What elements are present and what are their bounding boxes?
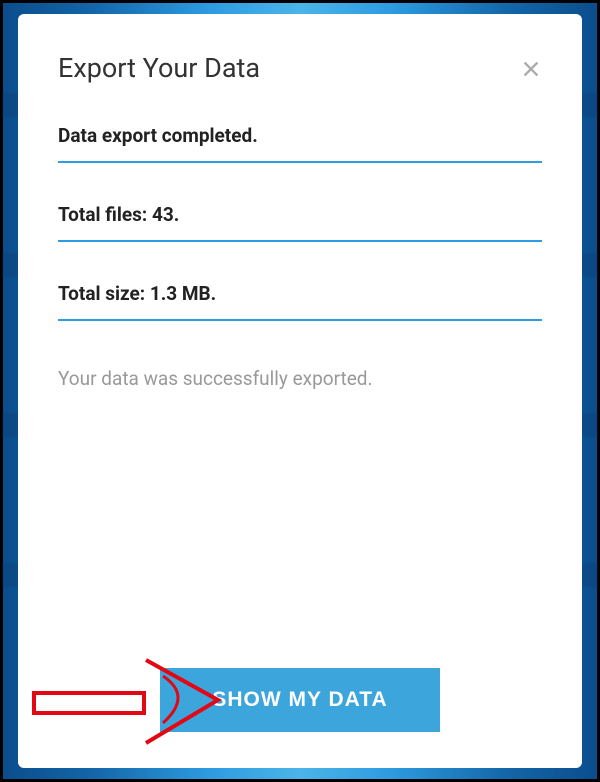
action-row: SHOW MY DATA xyxy=(58,668,542,732)
total-size-row: Total size: 1.3 MB. xyxy=(58,282,542,321)
status-row: Data export completed. xyxy=(58,124,542,163)
dialog-header: Export Your Data xyxy=(58,52,542,84)
export-dialog: Export Your Data Data export completed. … xyxy=(18,14,582,768)
dialog-title: Export Your Data xyxy=(58,52,260,84)
close-icon[interactable] xyxy=(520,58,542,80)
show-my-data-button[interactable]: SHOW MY DATA xyxy=(160,668,440,732)
spacer xyxy=(58,390,542,668)
total-files-row: Total files: 43. xyxy=(58,203,542,242)
success-message: Your data was successfully exported. xyxy=(58,367,542,390)
